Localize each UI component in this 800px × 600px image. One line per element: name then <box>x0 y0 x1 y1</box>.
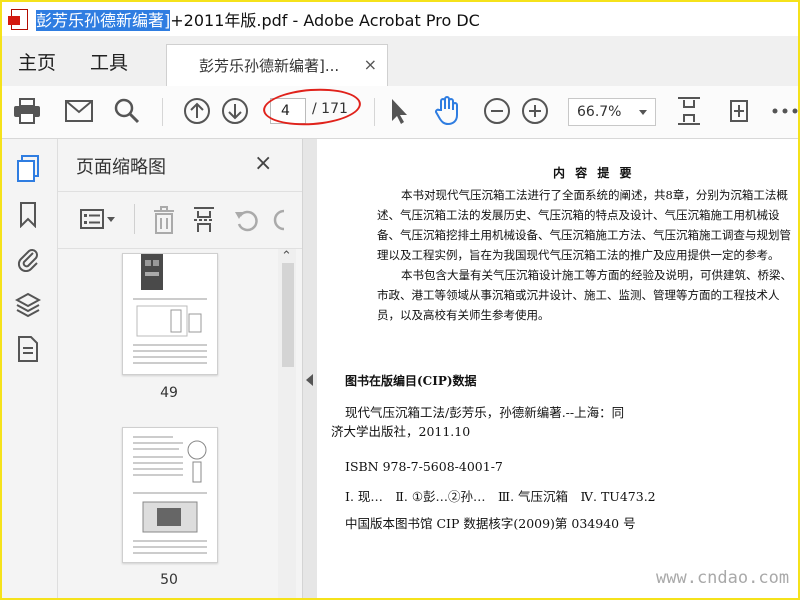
scrollbar-thumb[interactable] <box>282 263 294 367</box>
bookmark-icon <box>20 202 36 228</box>
previous-page-button[interactable] <box>182 96 212 126</box>
document-page: 内 容 提 要 本书对现代气压沉箱工法进行了全面系统的阐述，共8章，分别为沉箱工… <box>317 139 798 598</box>
layers-icon <box>15 292 41 318</box>
classification-line: Ⅰ. 现… Ⅱ. ①彭…②孙… Ⅲ. 气压沉箱 Ⅳ. TU473.2 <box>345 489 656 504</box>
thumbnail-page-number: 50 <box>160 572 178 588</box>
hand-tool-button[interactable] <box>432 96 462 126</box>
select-tool-button[interactable] <box>384 96 414 126</box>
pages-icon <box>17 155 39 182</box>
rotate-left-icon <box>235 210 258 232</box>
page-thumbnail[interactable] <box>122 427 218 563</box>
menu-tab-row: 主页 工具 彭芳乐孙德新编著]... × <box>2 36 798 87</box>
delete-page-button[interactable] <box>152 206 176 238</box>
list-options-icon <box>80 209 115 229</box>
panel-toolbar <box>58 191 302 249</box>
document-tab-label: 彭芳乐孙德新编著]... <box>199 57 340 75</box>
zoom-value: 66.7% <box>577 104 622 120</box>
close-tab-icon[interactable]: × <box>364 55 377 74</box>
options-menu-button[interactable] <box>80 208 116 234</box>
document-properties-button[interactable] <box>14 335 42 363</box>
move-arrows-icon <box>730 100 748 122</box>
attachments-button[interactable] <box>14 245 42 273</box>
more-tools-button[interactable] <box>770 96 798 126</box>
thumbnail-preview <box>133 254 207 364</box>
bookmarks-button[interactable] <box>14 201 42 229</box>
extract-pages-button[interactable] <box>192 206 216 238</box>
zoom-in-button[interactable] <box>520 96 550 126</box>
page-thumbnail[interactable] <box>122 253 218 375</box>
next-page-button[interactable] <box>220 96 250 126</box>
minus-circle-icon <box>484 98 510 124</box>
arrow-down-circle-icon <box>222 98 248 124</box>
fit-page-button[interactable] <box>674 96 704 126</box>
chevron-up-icon[interactable]: ⌃ <box>281 249 292 264</box>
rotate-clockwise-button[interactable] <box>272 208 286 236</box>
cip-line-1: 现代气压沉箱工法/彭芳乐，孙德新编著.--上海：同 <box>345 405 625 420</box>
thumbnails-panel: 页面缩略图 × 49 50 ⌃ <box>58 139 303 598</box>
isbn-line: ISBN 978-7-5608-4001-7 <box>345 459 503 474</box>
paperclip-icon <box>17 249 38 272</box>
toolbar-separator <box>162 98 163 126</box>
thumbnail-list: 49 50 <box>58 249 278 598</box>
page-thumbnails-button[interactable] <box>14 155 42 183</box>
cursor-arrow-icon <box>392 99 407 124</box>
window-title-rest: +2011年版.pdf - Adobe Acrobat Pro DC <box>170 11 480 30</box>
abstract-paragraph-1: 本书对现代气压沉箱工法进行了全面系统的阐述，共8章，分别为沉箱工法概述、气压沉箱… <box>377 188 791 262</box>
watermark-text: www.cndao.com <box>656 568 790 588</box>
thumbnail-page-number: 49 <box>160 385 178 401</box>
search-icon <box>114 98 140 124</box>
acrobat-pdf-icon <box>8 8 30 30</box>
panel-separator <box>134 204 135 234</box>
zoom-out-button[interactable] <box>482 96 512 126</box>
search-button[interactable] <box>112 96 142 126</box>
extract-pages-icon <box>194 207 214 232</box>
title-bar: 彭芳乐孙德新编著]+2011年版.pdf - Adobe Acrobat Pro… <box>2 2 798 36</box>
window-title-highlight: 彭芳乐孙德新编著] <box>36 10 171 31</box>
email-button[interactable] <box>64 96 94 126</box>
window-title: 彭芳乐孙德新编著]+2011年版.pdf - Adobe Acrobat Pro… <box>36 7 480 31</box>
cip-title: 图书在版编目(CIP)数据 <box>345 374 477 388</box>
chevron-down-icon <box>639 110 647 115</box>
thumbnail-scrollbar[interactable]: ⌃ <box>278 249 296 598</box>
panel-splitter[interactable] <box>303 139 317 598</box>
plus-circle-icon <box>522 98 548 124</box>
printer-icon <box>14 98 40 124</box>
toolbar: 4 / 171 66.7% <box>2 86 798 139</box>
abstract-heading: 内 容 提 要 <box>553 166 635 180</box>
rotate-counterclockwise-button[interactable] <box>234 208 260 236</box>
cip-number-line: 中国版本图书馆 CIP 数据核字(2009)第 034940 号 <box>345 516 636 531</box>
scrolling-mode-button[interactable] <box>724 96 754 126</box>
navigation-rail <box>2 139 58 598</box>
thumbnail-preview <box>133 436 207 554</box>
arrow-up-circle-icon <box>184 98 210 124</box>
menu-tools[interactable]: 工具 <box>90 48 128 75</box>
hand-icon <box>435 96 458 126</box>
document-tab[interactable]: 彭芳乐孙德新编著]... × <box>166 44 388 86</box>
cip-line-2: 济大学出版社，2011.10 <box>331 424 471 439</box>
menu-home[interactable]: 主页 <box>18 48 56 75</box>
close-panel-icon[interactable]: × <box>254 151 272 176</box>
screenshot-frame: 彭芳乐孙德新编著]+2011年版.pdf - Adobe Acrobat Pro… <box>0 0 800 600</box>
toolbar-separator <box>374 98 375 126</box>
document-icon <box>18 336 38 362</box>
rotate-right-icon <box>273 209 285 231</box>
collapse-arrow-icon[interactable] <box>306 374 313 386</box>
more-dots-icon <box>772 108 798 114</box>
print-button[interactable] <box>12 96 42 126</box>
layers-button[interactable] <box>14 291 42 319</box>
zoom-level-select[interactable]: 66.7% <box>568 98 656 126</box>
fit-page-icon <box>678 97 700 125</box>
trash-icon <box>154 206 174 234</box>
abstract-paragraph-2: 本书包含大量有关气压沉箱设计施工等方面的经验及说明，可供建筑、桥梁、市政、港工等… <box>377 268 792 322</box>
envelope-icon <box>65 100 93 122</box>
panel-title: 页面缩略图 <box>76 157 166 178</box>
